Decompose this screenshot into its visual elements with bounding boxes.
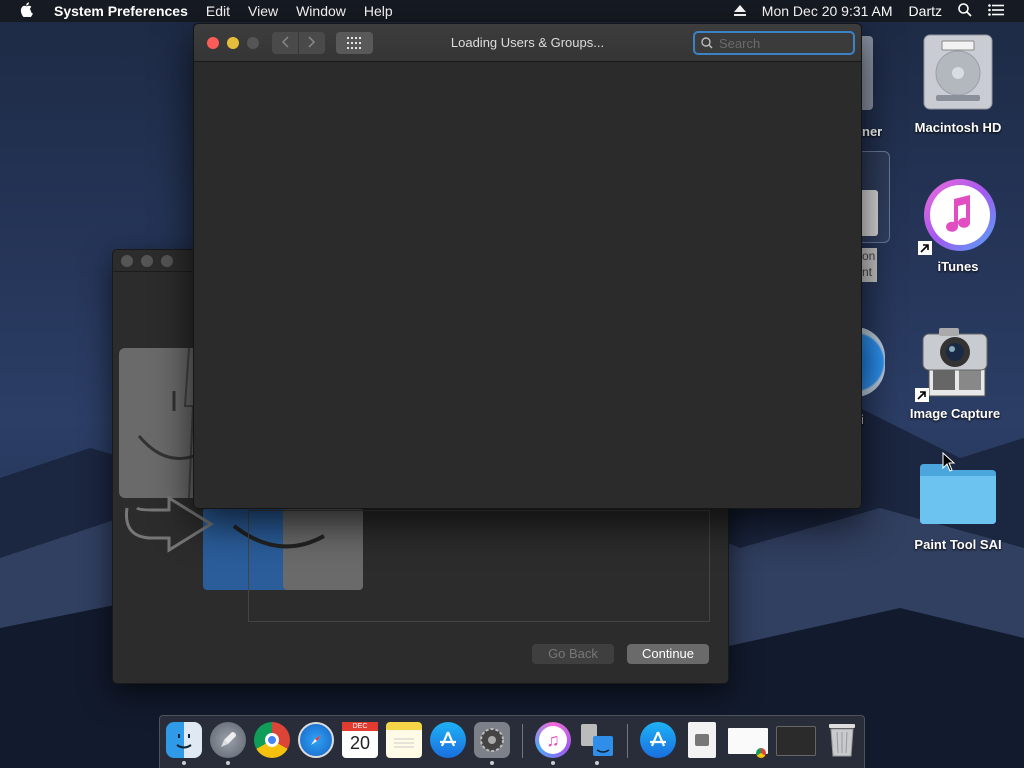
dock-item-window-preview[interactable]: [776, 722, 816, 758]
safari-icon: [298, 722, 334, 758]
dock-item-calendar[interactable]: DEC 20: [342, 722, 378, 758]
launchpad-icon: [210, 722, 246, 758]
migration-assistant-icon: [579, 722, 615, 758]
system-preferences-icon: [474, 722, 510, 758]
calendar-icon: DEC 20: [342, 722, 378, 758]
hidden-label-box: on nt: [862, 248, 877, 282]
dock-item-trash[interactable]: [824, 722, 860, 758]
apple-menu-icon[interactable]: [0, 1, 54, 21]
alias-arrow-icon: [918, 241, 932, 255]
mouse-cursor-icon: [942, 452, 956, 472]
alias-arrow-icon: [915, 388, 929, 402]
desktop-icon-itunes[interactable]: iTunes: [903, 177, 1013, 274]
chrome-icon: [254, 722, 290, 758]
spotlight-search-icon[interactable]: [950, 2, 980, 20]
dock-item-migration-assistant[interactable]: [579, 722, 615, 765]
hidden-label-2: on: [862, 249, 876, 263]
dock-item-document[interactable]: [684, 722, 720, 758]
content-area: [248, 510, 710, 622]
image-capture-label: Image Capture: [909, 406, 1001, 421]
dock-item-notes[interactable]: [386, 722, 422, 758]
continue-button[interactable]: Continue: [627, 644, 709, 664]
window-preview-icon: [776, 726, 816, 756]
trash-icon: [824, 722, 860, 758]
dock-item-safari[interactable]: [298, 722, 334, 758]
itunes-label: iTunes: [937, 259, 979, 274]
desktop-icon-paint-tool-sai[interactable]: Paint Tool SAI: [903, 458, 1013, 552]
dock-separator: [627, 724, 628, 758]
downloads-folder-icon: [640, 722, 676, 758]
system-preferences-window: Loading Users & Groups...: [193, 23, 862, 509]
window-menu[interactable]: Window: [287, 3, 355, 19]
finder-icon: [166, 722, 202, 758]
macintosh-hd-label: Macintosh HD: [914, 120, 1002, 135]
document-icon: [688, 722, 716, 758]
search-field[interactable]: [693, 31, 855, 55]
calendar-month: DEC: [342, 722, 378, 731]
app-store-icon: [430, 722, 466, 758]
user-menu[interactable]: Dartz: [901, 3, 950, 19]
hidden-selected-item: [862, 151, 890, 243]
search-icon: [701, 37, 713, 49]
dock-item-finder[interactable]: [166, 722, 202, 765]
itunes-icon: ♫: [535, 722, 571, 758]
dock-item-screenshot[interactable]: [728, 722, 768, 758]
search-input[interactable]: [719, 35, 849, 51]
notes-icon: [386, 722, 422, 758]
paint-tool-sai-label: Paint Tool SAI: [914, 537, 1002, 552]
edit-menu[interactable]: Edit: [197, 3, 239, 19]
hidden-label-1: ner: [862, 124, 883, 139]
eject-icon[interactable]: [726, 3, 754, 19]
folder-icon: [903, 458, 1013, 531]
dock: DEC 20 ♫: [159, 715, 865, 768]
window-toolbar: Loading Users & Groups...: [194, 24, 861, 62]
screenshot-icon: [728, 728, 768, 758]
dock-separator: [522, 724, 523, 758]
preferences-pane-loading: [194, 62, 861, 508]
desktop-icon-macintosh-hd[interactable]: Macintosh HD: [903, 33, 1013, 135]
calendar-day: 20: [349, 733, 371, 753]
hidden-label-3: nt: [862, 265, 873, 279]
hard-drive-icon: [903, 33, 1013, 114]
notification-center-icon[interactable]: [980, 3, 1012, 19]
dock-item-downloads[interactable]: [640, 722, 676, 758]
itunes-icon: [918, 177, 996, 255]
minimize-button-inactive[interactable]: [141, 254, 153, 267]
app-name-menu[interactable]: System Preferences: [54, 3, 197, 19]
close-button-inactive[interactable]: [121, 254, 133, 267]
view-menu[interactable]: View: [239, 3, 287, 19]
zoom-button-inactive[interactable]: [161, 254, 173, 267]
clock[interactable]: Mon Dec 20 9:31 AM: [754, 3, 901, 19]
dock-item-system-preferences[interactable]: [474, 722, 510, 765]
dock-item-chrome[interactable]: [254, 722, 290, 758]
help-menu[interactable]: Help: [355, 3, 402, 19]
dock-item-itunes[interactable]: ♫: [535, 722, 571, 765]
menu-bar: System Preferences Edit View Window Help…: [0, 0, 1024, 22]
desktop-icon-image-capture[interactable]: Image Capture: [900, 324, 1010, 421]
go-back-button[interactable]: Go Back: [532, 644, 614, 664]
dock-item-app-store[interactable]: [430, 722, 466, 758]
dock-item-launchpad[interactable]: [210, 722, 246, 765]
image-capture-icon: [915, 324, 993, 402]
